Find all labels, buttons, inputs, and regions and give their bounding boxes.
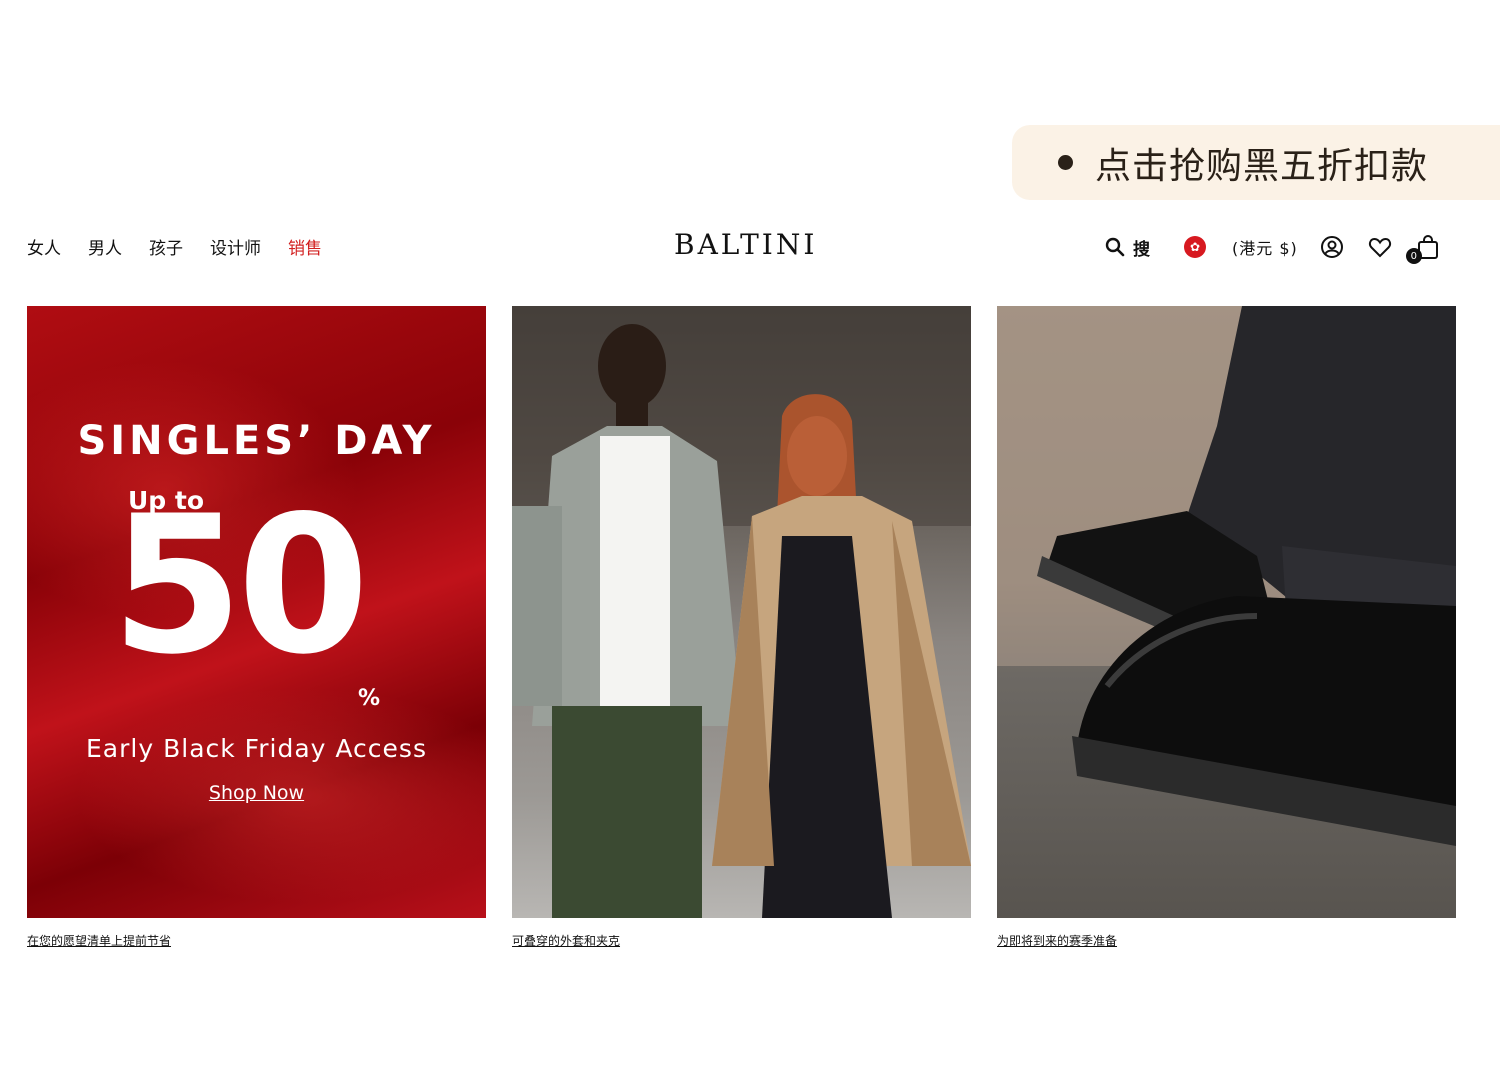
search-label: 搜 <box>1133 239 1150 260</box>
cart-count-badge: 0 <box>1405 248 1422 264</box>
card-caption-outerwear[interactable]: 可叠穿的外套和夹克 <box>512 932 971 949</box>
nav-item-designers[interactable]: 设计师 <box>210 234 261 259</box>
brand-logo[interactable]: BALTINI <box>674 228 817 261</box>
account-icon <box>1320 236 1343 258</box>
nav-item-sale[interactable]: 销售 <box>288 234 322 259</box>
banner-percent: % <box>358 686 381 711</box>
heart-icon <box>1368 237 1391 258</box>
card-caption-wishlist[interactable]: 在您的愿望清单上提前节省 <box>27 932 486 949</box>
nav-item-kids[interactable]: 孩子 <box>149 234 183 259</box>
callout-text: 点击抢购黑五折扣款 <box>1095 145 1429 187</box>
nav-item-men[interactable]: 男人 <box>88 234 122 259</box>
nav-item-women[interactable]: 女人 <box>27 234 61 259</box>
banner-subtitle: Early Black Friday Access <box>86 734 427 763</box>
header-tools: 搜 ✿ (港元 $) 0 <box>1105 230 1440 264</box>
promo-card-singles-day[interactable]: SINGLES’ DAY Up to 50 % Early Black Frid… <box>27 306 486 949</box>
models-illustration <box>512 306 971 918</box>
outerwear-photo[interactable] <box>512 306 971 918</box>
main-nav: 女人 男人 孩子 设计师 销售 <box>27 234 349 259</box>
bullet-dot-icon <box>1058 155 1073 170</box>
banner-title: SINGLES’ DAY <box>77 418 436 464</box>
account-button[interactable] <box>1320 235 1344 259</box>
search-icon <box>1105 237 1125 257</box>
promo-card-outerwear[interactable]: 可叠穿的外套和夹克 <box>512 306 971 949</box>
wishlist-button[interactable] <box>1368 236 1392 258</box>
cart-button[interactable]: 0 <box>1405 234 1440 264</box>
hong-kong-flag-icon[interactable]: ✿ <box>1184 236 1206 258</box>
boots-photo[interactable] <box>997 306 1456 918</box>
promo-callout[interactable]: 点击抢购黑五折扣款 <box>1012 125 1500 200</box>
singles-day-banner[interactable]: SINGLES’ DAY Up to 50 % Early Black Frid… <box>27 306 486 918</box>
card-caption-season[interactable]: 为即将到来的赛季准备 <box>997 932 1456 949</box>
currency-selector[interactable]: (港元 $) <box>1232 235 1298 259</box>
shop-now-link[interactable]: Shop Now <box>27 782 486 804</box>
promo-card-season[interactable]: 为即将到来的赛季准备 <box>997 306 1456 949</box>
search-button[interactable]: 搜 <box>1105 235 1150 260</box>
boots-illustration <box>997 306 1456 846</box>
banner-discount: 50 <box>111 475 369 696</box>
site-header: 女人 男人 孩子 设计师 销售 BALTINI 搜 ✿ (港元 $) 0 <box>0 222 1500 272</box>
